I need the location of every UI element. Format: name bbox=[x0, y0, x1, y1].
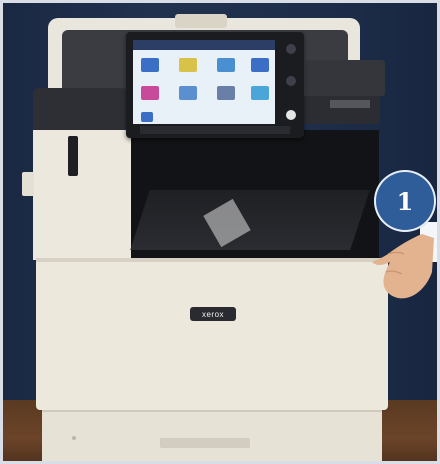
login-button-icon[interactable] bbox=[286, 76, 296, 86]
paper-tray-handle[interactable] bbox=[160, 438, 250, 448]
id-card-icon[interactable] bbox=[251, 58, 269, 72]
email-icon[interactable] bbox=[217, 58, 235, 72]
power-button-icon[interactable] bbox=[286, 110, 296, 120]
step-callout-badge: 1 bbox=[374, 170, 436, 232]
left-top-dark-panel bbox=[33, 88, 128, 130]
side-latch bbox=[22, 172, 34, 196]
print-icon[interactable] bbox=[141, 86, 159, 100]
settings-icon[interactable] bbox=[217, 86, 235, 100]
hand-illustration bbox=[372, 234, 434, 299]
touch-screen[interactable] bbox=[133, 40, 275, 124]
scan-icon[interactable] bbox=[179, 58, 197, 72]
tray-indicator-dot bbox=[72, 436, 76, 440]
printer-base bbox=[36, 258, 388, 410]
brand-logo: xerox bbox=[190, 307, 236, 321]
extra-app-icon[interactable] bbox=[141, 112, 153, 122]
document-feeder-handle bbox=[175, 14, 227, 28]
screen-status-bar bbox=[133, 40, 275, 50]
screen-footer-strip bbox=[140, 126, 290, 134]
brand-text: xerox bbox=[201, 309, 225, 319]
model-label bbox=[330, 100, 370, 108]
base-seam bbox=[36, 258, 388, 262]
step-number: 1 bbox=[396, 186, 414, 216]
fax-icon[interactable] bbox=[179, 86, 197, 100]
printer-photo: xerox 1 bbox=[0, 0, 440, 464]
paper-tray[interactable] bbox=[42, 410, 382, 464]
copy-icon[interactable] bbox=[141, 58, 159, 72]
home-button-icon[interactable] bbox=[286, 44, 296, 54]
output-tray bbox=[130, 190, 370, 250]
left-vent-slot bbox=[68, 136, 78, 176]
finisher-unit bbox=[305, 60, 385, 96]
apps-icon[interactable] bbox=[251, 86, 269, 100]
